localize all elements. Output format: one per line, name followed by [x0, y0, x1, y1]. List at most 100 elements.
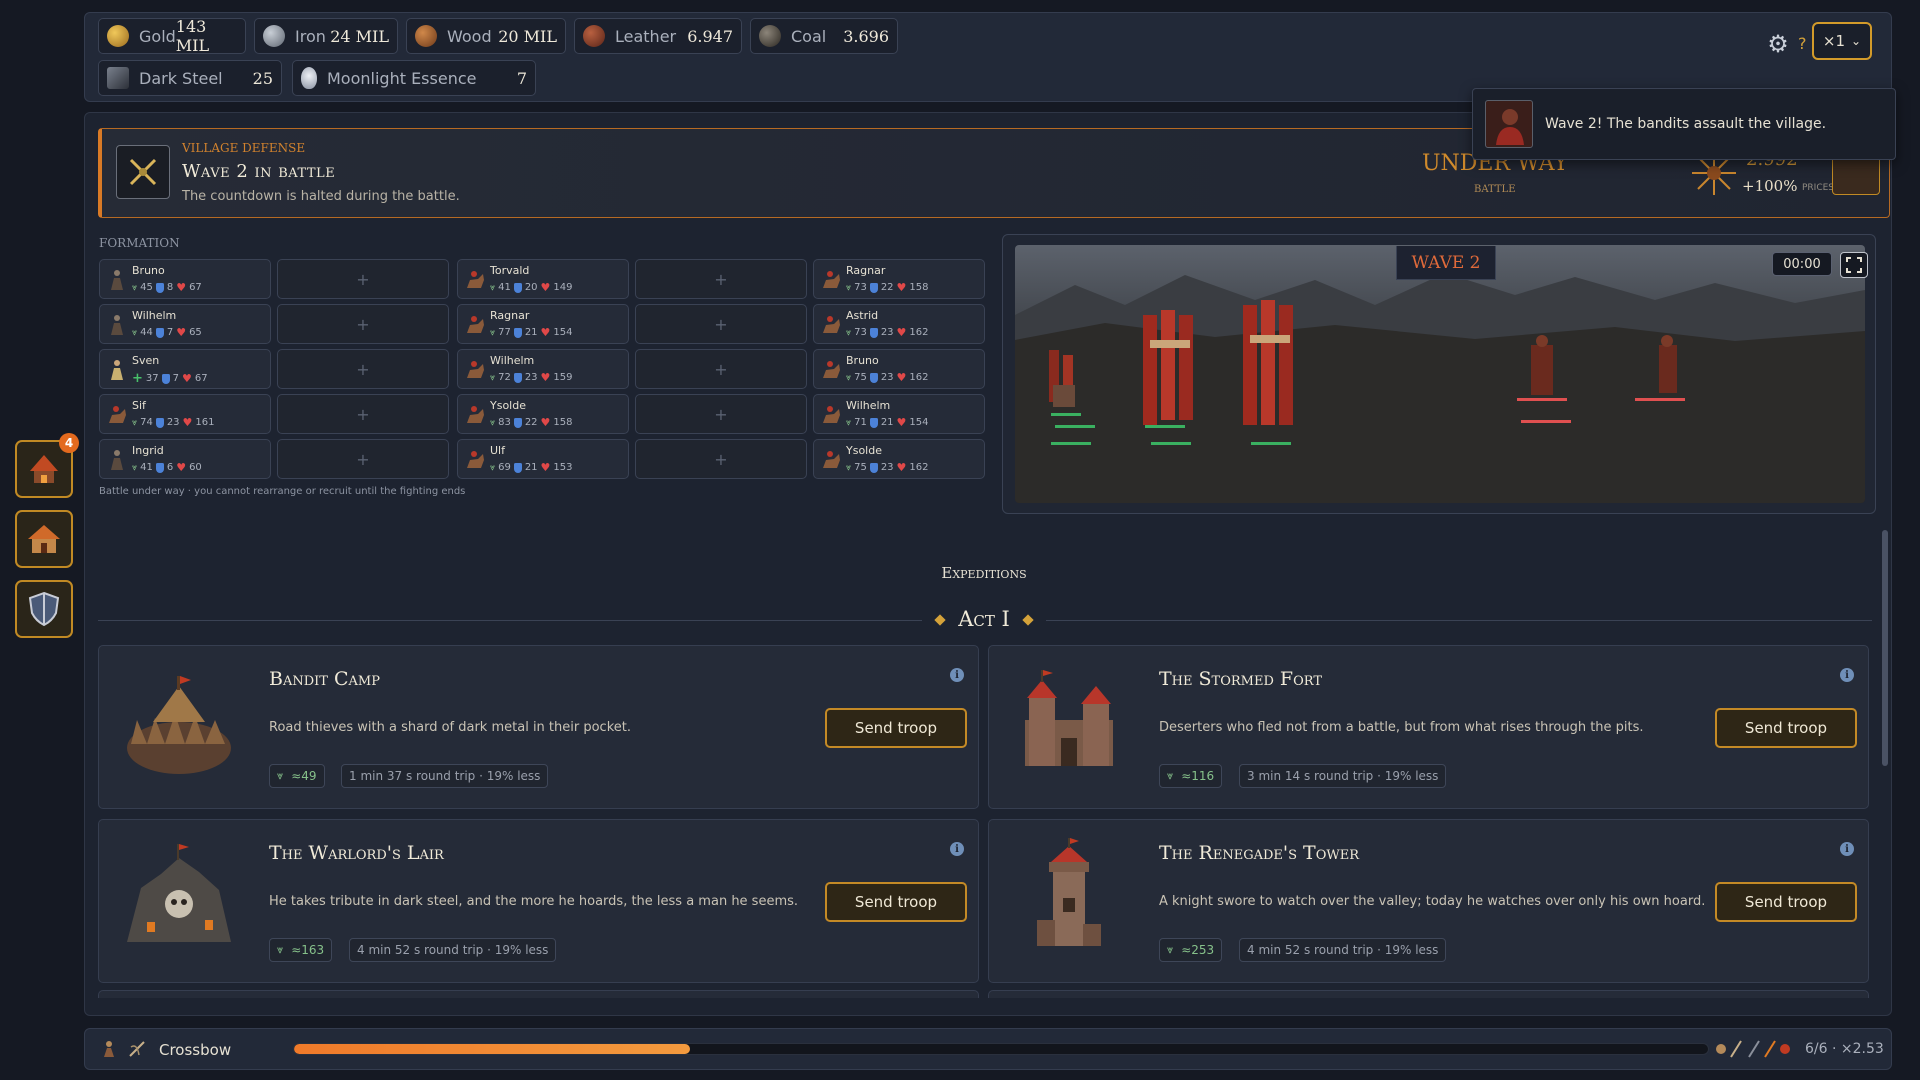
power-value: ≈163 [291, 943, 325, 957]
defense-value: 21 [524, 462, 538, 473]
formation-slot[interactable]: Bruno ⩔ 75 23 ♥ 162 [813, 349, 985, 389]
side-button-defense[interactable] [15, 580, 73, 638]
unit-stats: ⩔ 74 23 ♥ 161 [132, 416, 215, 429]
stormed-fort-icon [1025, 670, 1113, 766]
send-troop-button[interactable]: Send troop [825, 708, 967, 748]
defense-shield-icon [869, 327, 878, 338]
resource-name: Iron [295, 26, 326, 46]
defense-shield-icon [155, 282, 164, 293]
unit-name: Wilhelm [490, 354, 535, 367]
defense-value: 22 [524, 417, 538, 428]
resource-value: 7 [516, 68, 527, 88]
formation-slot[interactable]: Ulf ⩔ 69 21 ♥ 153 [457, 439, 629, 479]
attack-icon: ⩔ [132, 462, 138, 473]
formation-slot[interactable]: Ragnar ⩔ 73 22 ♥ 158 [813, 259, 985, 299]
defense-value: 7 [166, 327, 174, 338]
empty-formation-slot[interactable]: + [635, 439, 807, 479]
help-icon[interactable]: ? [1798, 34, 1807, 53]
attack-value: 73 [854, 327, 867, 338]
info-icon[interactable]: i [950, 842, 964, 856]
heart-icon: ♥ [540, 461, 551, 474]
formation-slot[interactable]: Ragnar ⩔ 77 21 ♥ 154 [457, 304, 629, 344]
expeditions-title: Expeditions [941, 564, 1027, 582]
empty-formation-slot[interactable]: + [635, 349, 807, 389]
empty-formation-slot[interactable]: + [277, 349, 449, 389]
defense-shield-icon [869, 372, 878, 383]
unit-stats: ⩔ 73 22 ♥ 158 [846, 281, 929, 294]
empty-formation-slot[interactable]: + [277, 259, 449, 299]
trip-chip: 4 min 52 s round trip · 19% less [1239, 938, 1447, 962]
resource-dark-steel: Dark Steel 25 [98, 60, 282, 96]
empty-formation-slot[interactable]: + [277, 304, 449, 344]
expedition-card: Bandit Camp Road thieves with a shard of… [98, 645, 979, 809]
fullscreen-button[interactable] [1840, 252, 1868, 278]
defense-value: 23 [880, 327, 894, 338]
speed-select[interactable]: ×1 ⌄ [1812, 22, 1872, 60]
attack-icon: ⩔ [490, 372, 496, 383]
formation-slot[interactable]: Wilhelm ⩔ 72 23 ♥ 159 [457, 349, 629, 389]
unit-name: Sif [132, 399, 146, 412]
defense-value: 23 [524, 372, 538, 383]
unit-stats: ⩔ 41 6 ♥ 60 [132, 461, 202, 474]
iron-ingot-icon [263, 25, 285, 47]
formation-slot[interactable]: Ysolde ⩔ 75 23 ♥ 162 [813, 439, 985, 479]
defense-value: 21 [524, 327, 538, 338]
unit-stats: ⩔ 45 8 ♥ 67 [132, 281, 202, 294]
gear-icon[interactable]: ⚙ [1764, 30, 1792, 58]
hp-value: 162 [909, 462, 929, 473]
hp-value: 67 [194, 373, 208, 384]
resource-coal: Coal 3.696 [750, 18, 898, 54]
info-icon[interactable]: i [1840, 842, 1854, 856]
wave-toast[interactable]: Wave 2! The bandits assault the village. [1472, 88, 1896, 160]
heart-icon: ♥ [896, 461, 907, 474]
attack-icon: ⩔ [490, 282, 496, 293]
resource-wood: Wood 20 MIL [406, 18, 566, 54]
production-bar: Crossbow 6/6 · ×2.53 [84, 1028, 1892, 1070]
empty-formation-slot[interactable]: + [277, 394, 449, 434]
heart-icon: ♥ [896, 281, 907, 294]
expedition-title: The Warlord's Lair [269, 842, 444, 864]
formation-slot[interactable]: Wilhelm ⩔ 71 21 ♥ 154 [813, 394, 985, 434]
formation-slot[interactable]: Sif ⩔ 74 23 ♥ 161 [99, 394, 271, 434]
attack-icon: ⩔ [132, 282, 138, 293]
power-chip: ⩔ ≈163 [269, 938, 333, 962]
cavalry-icon [823, 406, 840, 423]
resource-name: Coal [791, 26, 827, 46]
formation-slot[interactable]: Torvald ⩔ 41 20 ♥ 149 [457, 259, 629, 299]
formation-slot[interactable]: Astrid ⩔ 73 23 ♥ 162 [813, 304, 985, 344]
empty-formation-slot[interactable]: + [635, 394, 807, 434]
attack-value: 73 [854, 282, 867, 293]
empty-formation-slot[interactable]: + [277, 439, 449, 479]
power-chip: ⩔ ≈49 [269, 764, 325, 788]
battle-timer: 00:00 [1772, 252, 1832, 276]
info-icon[interactable]: i [950, 668, 964, 682]
formation-slot[interactable]: Ysolde ⩔ 83 22 ♥ 158 [457, 394, 629, 434]
formation-slot[interactable]: Sven +37 7 ♥ 67 [99, 349, 271, 389]
send-troop-button[interactable]: Send troop [1715, 882, 1857, 922]
empty-formation-slot[interactable]: + [635, 304, 807, 344]
empty-formation-slot[interactable]: + [635, 259, 807, 299]
send-troop-button[interactable]: Send troop [1715, 708, 1857, 748]
resource-name: Dark Steel [139, 68, 223, 88]
infantry-icon [111, 315, 123, 335]
unit-stats: ⩔ 83 22 ♥ 158 [490, 416, 573, 429]
cavalry-icon [467, 316, 484, 333]
expedition-title: Bandit Camp [269, 668, 380, 690]
attack-icon: ⩔ [132, 327, 138, 338]
formation-slot[interactable]: Wilhelm ⩔ 44 7 ♥ 65 [99, 304, 271, 344]
cavalry-icon [467, 406, 484, 423]
scrollbar[interactable] [1882, 530, 1888, 766]
formation-slot[interactable]: Bruno ⩔ 45 8 ♥ 67 [99, 259, 271, 299]
defense-value: 7 [172, 373, 180, 384]
info-icon[interactable]: i [1840, 668, 1854, 682]
expedition-card-peek [98, 990, 979, 998]
trip-chip: 4 min 52 s round trip · 19% less [349, 938, 557, 962]
defense-status-sub: BATTLE [1474, 184, 1516, 195]
defense-shield-icon [869, 417, 878, 428]
formation-slot[interactable]: Ingrid ⩔ 41 6 ♥ 60 [99, 439, 271, 479]
send-troop-button[interactable]: Send troop [825, 882, 967, 922]
expedition-description: A knight swore to watch over the valley;… [1159, 894, 1706, 909]
heart-icon: ♥ [540, 416, 551, 429]
side-button-village[interactable] [15, 510, 73, 568]
expedition-card: The Stormed Fort Deserters who fled not … [988, 645, 1869, 809]
